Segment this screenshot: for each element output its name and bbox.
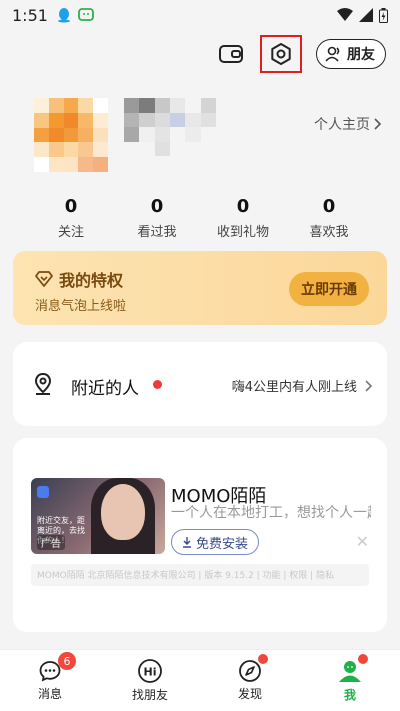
settings-icon (271, 43, 291, 65)
nearby-desc: 嗨4公里内有人刚上线 (231, 380, 357, 395)
status-bar: 1:51 (0, 0, 400, 30)
wechat-icon (78, 8, 94, 21)
tab-bar: 消息 6 Hi 找朋友 发现 我 (0, 649, 400, 711)
nearby-label: 附近的人 (71, 379, 139, 399)
me-red-dot (358, 654, 368, 664)
stat-number: 0 (236, 196, 250, 217)
compass-icon (239, 660, 261, 682)
friends-label: 朋友 (347, 47, 375, 63)
install-label: 免费安装 (196, 536, 249, 552)
ad-slogan: 一个人在本地打工，想找个人一起 (171, 505, 371, 521)
tab-label: 消息 (37, 687, 62, 701)
stat-number: 0 (64, 196, 78, 217)
homepage-label: 个人主页 (314, 117, 370, 133)
top-actions: 朋友 (216, 34, 386, 74)
install-button[interactable]: 免费安装 (171, 529, 260, 555)
stats-row: 0 关注 0 看过我 0 收到礼物 0 喜欢我 (0, 196, 400, 240)
privilege-card[interactable]: 我的特权 消息气泡上线啦 立即开通 (13, 251, 387, 325)
tab-label: 我 (343, 688, 356, 702)
ad-card[interactable]: 附近交友，距离近的，去找你的人！ 广告 MOMO陌陌 一个人在本地打工，想找个人… (13, 438, 387, 632)
wallet-icon (219, 45, 243, 63)
stat-likes[interactable]: 0 喜欢我 (294, 196, 364, 240)
close-icon[interactable]: ✕ (356, 532, 369, 551)
open-privilege-button[interactable]: 立即开通 (289, 272, 369, 306)
ad-thumbnail[interactable]: 附近交友，距离近的，去找你的人！ 广告 (31, 478, 165, 554)
nearby-people-card[interactable]: 附近的人 嗨4公里内有人刚上线 (13, 342, 387, 426)
wifi-icon (337, 8, 353, 21)
stat-label: 关注 (57, 225, 84, 240)
location-pin-icon (34, 372, 52, 395)
download-icon (183, 536, 191, 548)
tab-discover[interactable]: 发现 (200, 650, 300, 711)
stat-number: 0 (150, 196, 164, 217)
privilege-subtitle: 消息气泡上线啦 (35, 299, 127, 314)
ad-meta: MOMO陌陌 北京陌陌信息技术有限公司 | 版本 9.15.2 | 功能 | 权… (31, 564, 369, 586)
nickname (124, 98, 216, 156)
diamond-icon (35, 271, 53, 287)
stat-number: 0 (322, 196, 336, 217)
privilege-title: 我的特权 (59, 271, 124, 290)
friends-button[interactable]: 朋友 (316, 39, 386, 69)
stat-gifts[interactable]: 0 收到礼物 (208, 196, 278, 240)
wallet-button[interactable] (216, 39, 246, 69)
homepage-link[interactable]: 个人主页 (314, 114, 382, 134)
stat-label: 看过我 (137, 225, 177, 240)
tab-messages[interactable]: 消息 6 (0, 650, 100, 711)
chevron-right-icon (374, 118, 382, 130)
stat-label: 喜欢我 (309, 225, 349, 240)
tab-label: 发现 (237, 687, 262, 701)
ad-thumb-face (101, 484, 145, 540)
ad-app-logo (37, 486, 49, 498)
ad-tag: 广告 (37, 535, 65, 550)
tab-find-friends[interactable]: Hi 找朋友 (100, 650, 200, 711)
tab-label: 找朋友 (131, 688, 168, 702)
qq-icon (57, 8, 70, 23)
privilege-title-row: 我的特权 (35, 267, 123, 291)
status-time: 1:51 (12, 5, 48, 25)
nearby-desc-row: 嗨4公里内有人刚上线 (232, 376, 373, 395)
hi-icon: Hi (138, 659, 162, 683)
friends-icon (325, 46, 340, 62)
battery-icon (379, 7, 388, 23)
tab-me[interactable]: 我 (300, 650, 400, 711)
nearby-red-dot (153, 380, 162, 389)
avatar[interactable] (34, 98, 108, 172)
stat-visitors[interactable]: 0 看过我 (122, 196, 192, 240)
chevron-right-icon (365, 379, 373, 392)
message-badge: 6 (58, 652, 76, 670)
settings-button[interactable] (260, 35, 302, 73)
svg-text:Hi: Hi (144, 666, 157, 679)
discover-red-dot (258, 654, 268, 664)
stat-label: 收到礼物 (216, 225, 269, 240)
stat-following[interactable]: 0 关注 (36, 196, 106, 240)
signal-icon (359, 8, 373, 22)
